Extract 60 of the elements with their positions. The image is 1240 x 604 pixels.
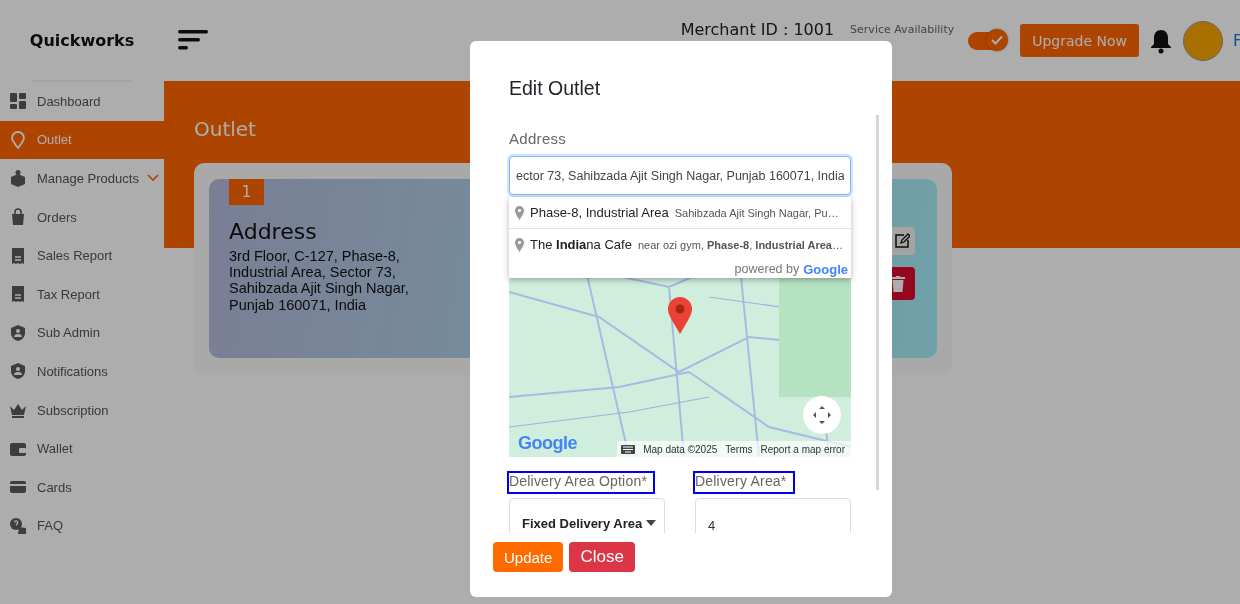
sidebar-item[interactable]: Orders bbox=[0, 197, 164, 237]
caret-down-icon bbox=[646, 520, 656, 526]
bell-icon[interactable] bbox=[1149, 27, 1173, 54]
dashboard-icon bbox=[9, 92, 27, 111]
keyboard-icon[interactable] bbox=[621, 444, 636, 454]
suggestion-detail: Sahibzada Ajit Singh Nagar, Pu… bbox=[674, 206, 839, 219]
check-icon bbox=[991, 34, 1004, 45]
location-pin-icon bbox=[515, 205, 524, 220]
google-logo: Google bbox=[518, 433, 577, 454]
input-field[interactable]: 4 bbox=[695, 498, 851, 533]
menu-icon[interactable] bbox=[178, 29, 208, 52]
sidebar-item[interactable]: Manage Products bbox=[0, 159, 164, 198]
powered-by-text: powered by bbox=[734, 262, 800, 276]
service-toggle[interactable] bbox=[968, 31, 1007, 50]
outlet-number: 1 bbox=[229, 179, 264, 205]
sidebar-item[interactable]: Subscription bbox=[0, 390, 164, 430]
package-icon bbox=[9, 169, 27, 188]
outlet-heading: Address bbox=[229, 219, 318, 244]
outlet-address: 3rd Floor, C-127, Phase-8, Industrial Area, Sector 73, Sahibzada Ajit Singh Nagar, Punjab 160071, India bbox=[229, 248, 410, 313]
sidebar-item[interactable]: Sub Admin bbox=[0, 313, 164, 353]
edit-icon bbox=[894, 233, 910, 249]
page-title: Outlet bbox=[194, 117, 256, 141]
chevron-down-icon bbox=[145, 173, 160, 184]
field-label: Delivery Area* bbox=[693, 471, 795, 494]
service-label: Service Availability bbox=[850, 23, 955, 36]
google-logo: Google bbox=[803, 261, 848, 277]
close-button[interactable]: Close bbox=[569, 542, 635, 572]
question-bubble-icon bbox=[9, 516, 27, 535]
sidebar-item[interactable]: Sales Report bbox=[0, 236, 164, 275]
sidebar-item[interactable]: FAQ bbox=[0, 506, 164, 546]
suggestion-title: Phase-8, Industrial Area bbox=[530, 205, 669, 220]
suggestion-item[interactable]: The Indiana Cafe near ozi gym, Phase-8, Industrial Area… bbox=[509, 228, 851, 260]
suggestion-item[interactable]: Phase-8, Industrial Area Sahibzada Ajit Singh Nagar, Pu… bbox=[509, 197, 851, 228]
receipt-icon bbox=[9, 285, 27, 304]
field-label: Delivery Area Option* bbox=[507, 471, 656, 494]
map-pin-icon bbox=[667, 296, 693, 334]
dropdown-select[interactable]: Fixed Delivery Area bbox=[509, 498, 665, 533]
brand-logo: Quickworks bbox=[29, 30, 135, 50]
expand-arrows-icon bbox=[812, 405, 832, 425]
sidebar-item[interactable]: Tax Report bbox=[0, 274, 164, 314]
map-attribution-link[interactable]: Terms bbox=[725, 443, 753, 455]
shield-person-icon bbox=[9, 362, 27, 381]
shield-person-icon bbox=[9, 323, 27, 342]
location-pin-icon bbox=[9, 130, 27, 149]
modal-title: Edit Outlet bbox=[508, 76, 602, 101]
receipt-icon bbox=[9, 246, 27, 265]
map-attribution-link[interactable]: Report a map error bbox=[760, 443, 845, 455]
merchant-id: Merchant ID : 1001 bbox=[680, 20, 835, 39]
sidebar-item[interactable]: Wallet bbox=[0, 429, 164, 468]
sidebar-item[interactable]: Cards bbox=[0, 467, 164, 507]
address-field[interactable]: ector 73, Sahibzada Ajit Singh Nagar, Punjab 160071, India bbox=[509, 156, 851, 195]
suggestion-detail: near ozi gym, Phase-8, Industrial Area… bbox=[637, 238, 843, 251]
suggestion-title: The Indiana Cafe bbox=[530, 237, 632, 252]
shopping-bag-icon bbox=[9, 208, 27, 227]
field-label: Address bbox=[509, 130, 568, 149]
scrollbar[interactable] bbox=[876, 115, 879, 490]
sidebar-item[interactable]: Notifications bbox=[0, 352, 164, 391]
update-button[interactable]: Update bbox=[493, 542, 564, 572]
location-pin-icon bbox=[515, 237, 524, 252]
sidebar-item[interactable]: Dashboard bbox=[0, 82, 164, 121]
